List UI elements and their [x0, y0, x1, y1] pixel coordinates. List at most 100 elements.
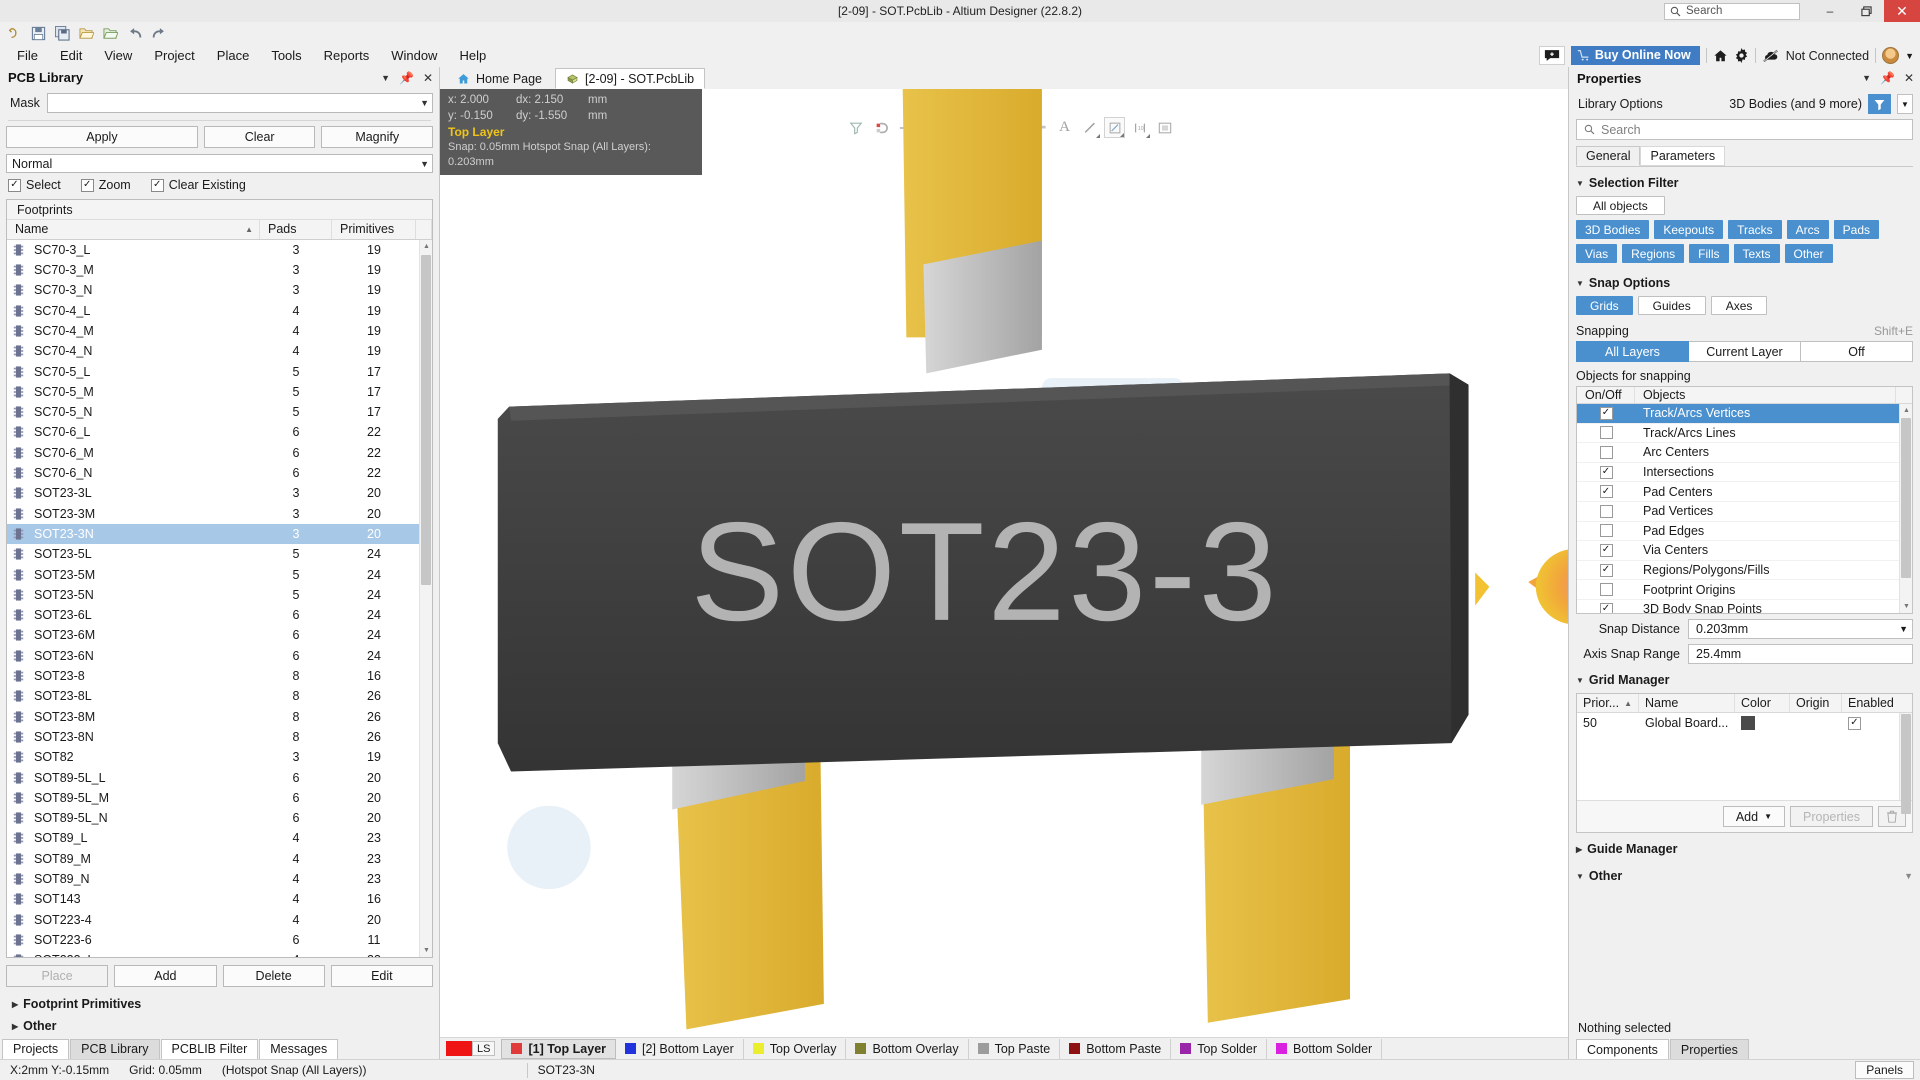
layer-tab--2-bottom-layer[interactable]: [2] Bottom Layer — [616, 1038, 744, 1059]
grid-manager-scrollbar[interactable] — [1899, 713, 1912, 814]
layer-tab-top-solder[interactable]: Top Solder — [1171, 1038, 1267, 1059]
tab-pcblib-filter[interactable]: PCBLIB Filter — [160, 1038, 259, 1059]
footprint-row[interactable]: SOT89-5L_L 6 20 — [7, 767, 432, 787]
tab-properties[interactable]: Properties — [1669, 1039, 1749, 1059]
zoom-checkbox-group[interactable]: ✓ Zoom — [80, 178, 131, 192]
selection-filter-chip-tracks[interactable]: Tracks — [1728, 220, 1782, 239]
column-header-enabled[interactable]: Enabled — [1842, 694, 1912, 712]
footprint-row[interactable]: SOT89-5L_N 6 20 — [7, 808, 432, 828]
all-objects-button[interactable]: All objects — [1576, 196, 1665, 215]
filter-toggle-button[interactable] — [1868, 94, 1891, 114]
snap-mode-guides[interactable]: Guides — [1637, 296, 1706, 315]
panel-menu-chevron-down-icon[interactable]: ▼ — [1862, 73, 1871, 83]
footprint-row[interactable]: SOT143 4 16 — [7, 889, 432, 909]
footprint-row[interactable]: SOT23-3L 3 20 — [7, 483, 432, 503]
column-header-origin[interactable]: Origin — [1790, 694, 1842, 712]
snap-object-checkbox-cell[interactable]: ✓ — [1577, 485, 1635, 499]
menu-help[interactable]: Help — [448, 46, 497, 65]
menu-place[interactable]: Place — [206, 46, 261, 65]
pcb-3d-canvas[interactable]: x: 2.000 dx: 2.150 mm y: -0.150 dy: -1.5… — [440, 89, 1568, 1037]
grid-properties-button[interactable]: Properties — [1790, 806, 1873, 827]
tab-general[interactable]: General — [1576, 146, 1641, 166]
footprint-row[interactable]: SOT89_L 4 23 — [7, 828, 432, 848]
undo-history-icon[interactable] — [4, 24, 25, 43]
snap-object-checkbox[interactable] — [1599, 583, 1613, 597]
snap-object-row[interactable]: Track/Arcs Lines — [1577, 424, 1912, 444]
snap-object-checkbox-cell[interactable]: ✓ — [1577, 602, 1635, 613]
layer-tab-bottom-paste[interactable]: Bottom Paste — [1060, 1038, 1172, 1059]
footprint-row[interactable]: SOT223-4 4 20 — [7, 909, 432, 929]
snap-object-checkbox[interactable] — [1599, 504, 1613, 518]
footprint-primitives-section[interactable]: ▶ Footprint Primitives — [6, 993, 433, 1015]
column-header-name[interactable]: Name — [1639, 694, 1735, 712]
footprint-row[interactable]: SOT23-3N 3 20 — [7, 523, 432, 545]
column-header-priority[interactable]: Prior... ▲ — [1577, 694, 1639, 712]
footprint-row[interactable]: SOT23-6N 6 24 — [7, 646, 432, 666]
mask-mode-select[interactable]: Normal ▼ — [6, 153, 433, 174]
snap-object-row[interactable]: ✓ 3D Body Snap Points — [1577, 600, 1912, 613]
footprint-row[interactable]: SC70-3_N 3 19 — [7, 280, 432, 300]
close-icon[interactable]: ✕ — [1904, 71, 1914, 85]
filter-dropdown-button[interactable]: ▼ — [1897, 94, 1913, 114]
avatar[interactable] — [1882, 47, 1900, 64]
tab-components[interactable]: Components — [1576, 1039, 1669, 1059]
footprint-row[interactable]: SC70-6_N 6 22 — [7, 463, 432, 483]
footprint-row[interactable]: SC70-4_L 4 19 — [7, 301, 432, 321]
account-chevron-down-icon[interactable]: ▼ — [1905, 51, 1914, 61]
menu-view[interactable]: View — [93, 46, 143, 65]
panel-menu-chevron-down-icon[interactable]: ▼ — [381, 73, 390, 83]
add-button[interactable]: Add — [114, 965, 217, 988]
scroll-down-arrow-icon[interactable]: ▼ — [1900, 600, 1912, 613]
snap-object-checkbox[interactable]: ✓ — [1599, 543, 1613, 557]
zoom-checkbox[interactable]: ✓ — [80, 178, 94, 192]
pin-icon[interactable]: 📌 — [399, 71, 414, 85]
tab-projects[interactable]: Projects — [2, 1038, 70, 1059]
snap-object-checkbox[interactable] — [1599, 445, 1613, 459]
snap-object-checkbox[interactable] — [1599, 426, 1613, 440]
snap-object-checkbox-cell[interactable] — [1577, 445, 1635, 459]
enabled-checkbox[interactable]: ✓ — [1848, 716, 1861, 730]
snap-object-row[interactable]: ✓ Regions/Polygons/Fills — [1577, 561, 1912, 581]
snap-object-checkbox[interactable]: ✓ — [1599, 406, 1613, 420]
snap-object-row[interactable]: Pad Vertices — [1577, 502, 1912, 522]
layer-tab-top-overlay[interactable]: Top Overlay — [744, 1038, 847, 1059]
undo-icon[interactable] — [124, 24, 145, 43]
doc-tab-home-page[interactable]: Home Page — [446, 68, 554, 89]
footprint-row[interactable]: SOT223-6 6 11 — [7, 930, 432, 950]
menu-edit[interactable]: Edit — [49, 46, 93, 65]
snap-object-row[interactable]: ✓ Via Centers — [1577, 541, 1912, 561]
redo-icon[interactable] — [148, 24, 169, 43]
footprint-row[interactable]: SOT89_N 4 23 — [7, 869, 432, 889]
delete-button[interactable]: Delete — [222, 965, 325, 988]
menu-project[interactable]: Project — [143, 46, 205, 65]
segment-current-layer[interactable]: Current Layer — [1689, 341, 1801, 362]
layer-tab-top-paste[interactable]: Top Paste — [969, 1038, 1061, 1059]
snap-object-checkbox[interactable]: ✓ — [1599, 563, 1613, 577]
snap-object-checkbox[interactable] — [1599, 524, 1613, 538]
pin-icon[interactable]: 📌 — [1880, 71, 1895, 85]
footprint-row[interactable]: SOT23-8L 8 26 — [7, 686, 432, 706]
snap-mode-grids[interactable]: Grids — [1576, 296, 1633, 315]
preferences-button[interactable] — [1734, 48, 1749, 63]
selection-filter-chip-keepouts[interactable]: Keepouts — [1654, 220, 1724, 239]
select-checkbox-group[interactable]: ✓ Select — [8, 178, 61, 192]
footprint-row[interactable]: SOT23-5N 5 24 — [7, 585, 432, 605]
snap-distance-input[interactable]: 0.203mm ▼ — [1688, 619, 1913, 639]
section-collapse-chevron-down-icon[interactable]: ▼ — [1904, 871, 1913, 881]
selection-filter-chip-regions[interactable]: Regions — [1622, 244, 1685, 263]
snap-options-section-header[interactable]: ▼ Snap Options — [1576, 276, 1913, 290]
footprint-row[interactable]: SC70-5_N 5 17 — [7, 402, 432, 422]
footprint-row[interactable]: SC70-5_L 5 17 — [7, 361, 432, 381]
axis-snap-range-input[interactable]: 25.4mm — [1688, 644, 1913, 664]
snap-object-row[interactable]: ✓ Pad Centers — [1577, 482, 1912, 502]
apply-button[interactable]: Apply — [6, 125, 198, 148]
footprint-row[interactable]: SOT223_L423 — [7, 950, 432, 958]
snap-object-checkbox[interactable]: ✓ — [1599, 465, 1613, 479]
snap-object-checkbox[interactable]: ✓ — [1599, 602, 1613, 613]
layer-tab--1-top-layer[interactable]: [1] Top Layer — [501, 1038, 617, 1059]
selection-filter-chip-fills[interactable]: Fills — [1689, 244, 1729, 263]
open-project-icon[interactable] — [100, 24, 121, 43]
layer-tab-bottom-solder[interactable]: Bottom Solder — [1267, 1038, 1383, 1059]
selection-filter-chip-other[interactable]: Other — [1784, 244, 1833, 263]
magnify-button[interactable]: Magnify — [321, 125, 433, 148]
